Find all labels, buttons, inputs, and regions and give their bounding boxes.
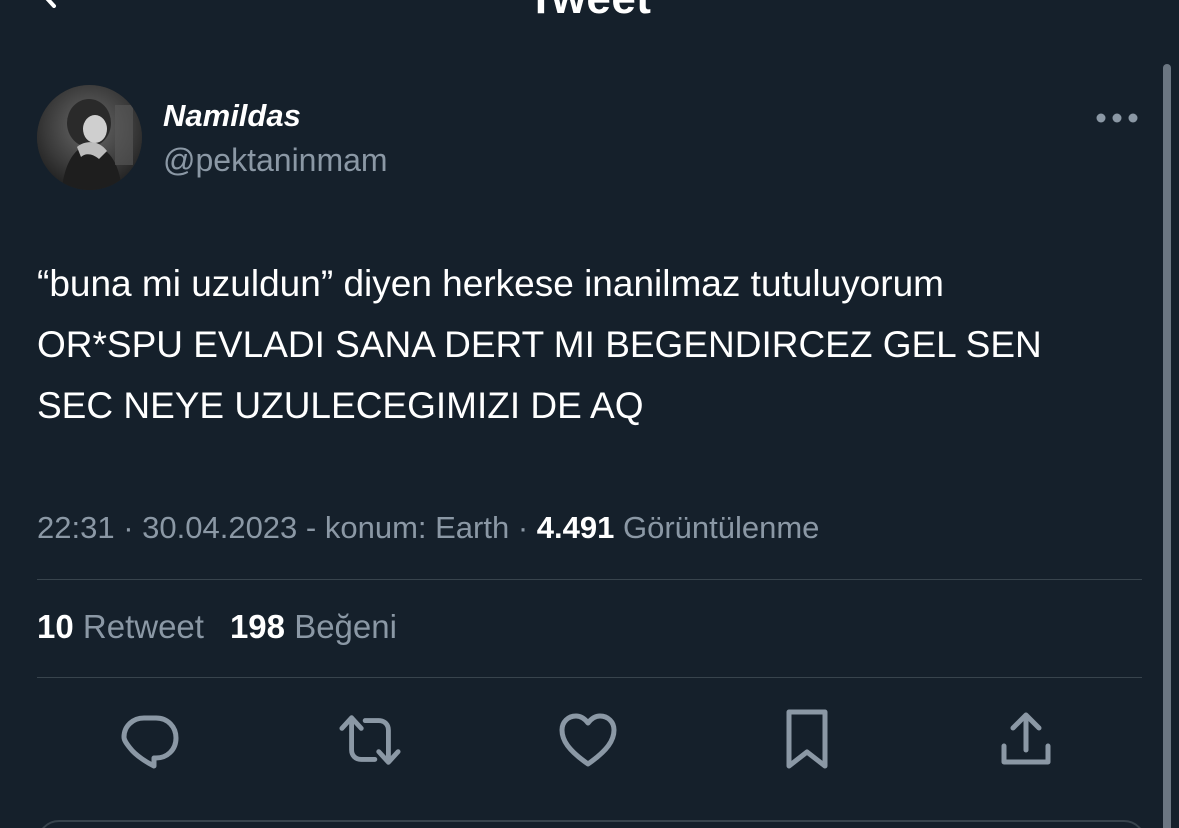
author-handle[interactable]: @pektaninmam [163,142,388,179]
retweets-stat[interactable]: 10 Retweet [37,608,204,645]
like-count: 198 [229,608,286,645]
more-options-icon[interactable] [1094,106,1140,130]
divider [37,579,1142,580]
like-label: Beğeni [294,608,397,645]
views-count[interactable]: 4.491 [537,510,615,545]
retweet-icon[interactable] [338,708,402,772]
bookmark-icon[interactable] [775,708,839,772]
avatar[interactable] [37,85,142,190]
meta-separator: · [509,510,537,545]
meta-separator: · [114,510,143,545]
tweet-stats: 10 Retweet 198 Beğeni [37,608,397,646]
tweet-text: “buna mi uzuldun” diyen herkese inanilma… [37,263,1042,426]
tweet-detail-page: Tweet Namildas @pektaninmam [0,0,1179,828]
retweet-label: Retweet [82,608,204,645]
divider [37,677,1142,678]
scrollbar[interactable] [1163,64,1171,828]
reply-compose-box[interactable] [37,820,1146,828]
tweet-meta: 22:31 · 30.04.2023 - konum: Earth · 4.49… [37,510,819,546]
share-icon[interactable] [994,708,1058,772]
heart-icon[interactable] [556,708,620,772]
page-title: Tweet [0,0,1179,24]
tweet-location: - konum: Earth [297,510,510,545]
views-label: Görüntülenme [614,510,820,545]
likes-stat[interactable]: 198 Beğeni [230,608,397,645]
retweet-count: 10 [37,608,74,645]
tweet-date[interactable]: 30.04.2023 [142,510,297,545]
tweet-time[interactable]: 22:31 [37,510,115,545]
reply-icon[interactable] [118,708,182,772]
author-display-name[interactable]: Namildas [163,98,301,134]
